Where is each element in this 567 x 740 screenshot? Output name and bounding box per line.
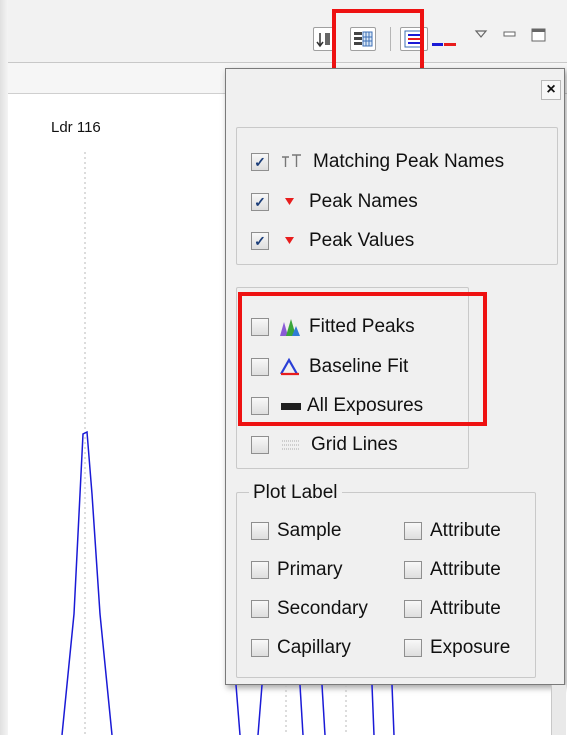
plot-label-title: Plot Label (249, 482, 342, 504)
option-grid-lines[interactable]: Grid Lines (251, 432, 398, 458)
sample-checkbox[interactable] (251, 522, 269, 540)
secondary-attribute-checkbox[interactable] (404, 600, 422, 618)
peak-values-icon (285, 237, 294, 244)
peak-values-label: Peak Values (309, 230, 415, 251)
capillary-exposure-label: Exposure (430, 637, 511, 658)
line-color-icon (432, 43, 456, 46)
primary-attribute-label: Attribute (430, 559, 501, 580)
vertical-scrollbar[interactable] (551, 685, 566, 735)
peak-label: Ldr 116 (51, 119, 101, 136)
matching-peak-names-checkbox[interactable]: ✓ (251, 153, 269, 171)
option-peak-names[interactable]: ✓ Peak Names (251, 189, 418, 215)
option-primary[interactable]: Primary (251, 557, 342, 583)
matching-peak-names-label: Matching Peak Names (313, 151, 505, 172)
peak-values-checkbox[interactable]: ✓ (251, 232, 269, 250)
option-secondary[interactable]: Secondary (251, 596, 368, 622)
peak-names-checkbox[interactable]: ✓ (251, 193, 269, 211)
option-peak-values[interactable]: ✓ Peak Values (251, 228, 414, 254)
secondary-label: Secondary (277, 598, 368, 619)
capillary-label: Capillary (277, 637, 351, 658)
secondary-attribute-label: Attribute (430, 598, 501, 619)
grid-lines-checkbox[interactable] (251, 436, 269, 454)
sample-attribute-checkbox[interactable] (404, 522, 422, 540)
matching-peak-names-icon (282, 154, 301, 167)
capillary-checkbox[interactable] (251, 639, 269, 657)
secondary-checkbox[interactable] (251, 600, 269, 618)
electropherogram-trace (61, 152, 113, 736)
peak-names-label: Peak Names (309, 191, 418, 212)
primary-checkbox[interactable] (251, 561, 269, 579)
capillary-exposure-checkbox[interactable] (404, 639, 422, 657)
sort-icon (316, 33, 330, 48)
grid-lines-icon (282, 440, 300, 450)
option-primary-attribute[interactable]: Attribute (404, 557, 501, 583)
grid-lines-label: Grid Lines (311, 434, 398, 455)
option-matching-peak-names[interactable]: ✓ Matching Peak Names (251, 149, 504, 175)
primary-label: Primary (277, 559, 343, 580)
primary-attribute-checkbox[interactable] (404, 561, 422, 579)
option-secondary-attribute[interactable]: Attribute (404, 596, 501, 622)
peak-names-icon (285, 198, 294, 205)
electropherogram-plot (8, 94, 226, 736)
plot-trace-continuation (235, 685, 395, 735)
option-capillary[interactable]: Capillary (251, 635, 351, 661)
sample-label: Sample (277, 520, 342, 541)
option-capillary-exposure[interactable]: Exposure (404, 635, 510, 661)
maximize-icon[interactable] (530, 26, 548, 44)
view-menu-icon[interactable] (474, 28, 488, 40)
view-left-border (0, 0, 8, 735)
display-options-highlight-box (238, 292, 487, 426)
option-sample[interactable]: Sample (251, 518, 341, 544)
close-button[interactable]: × (541, 80, 561, 100)
peak-trace (61, 430, 113, 736)
option-sample-attribute[interactable]: Attribute (404, 518, 501, 544)
minimize-icon[interactable] (502, 28, 518, 40)
sample-attribute-label: Attribute (430, 520, 501, 541)
